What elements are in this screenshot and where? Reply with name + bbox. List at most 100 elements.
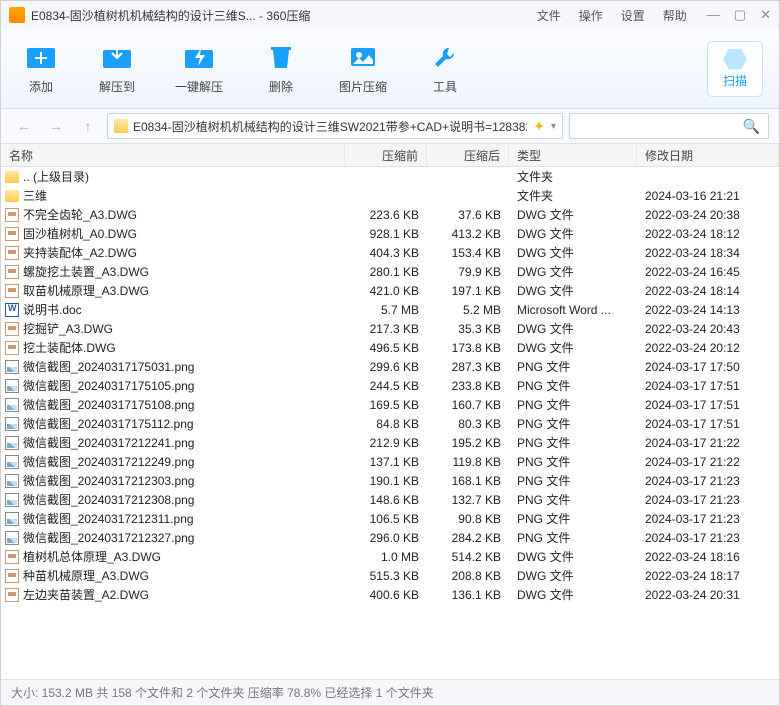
tools-icon [427,42,463,72]
dwg-icon [5,246,19,260]
dwg-icon [5,208,19,222]
up-button[interactable]: ↑ [75,113,101,139]
table-row[interactable]: 微信截图_20240317175031.png299.6 KB287.3 KBP… [1,357,779,376]
file-before: 400.6 KB [345,588,427,602]
table-row[interactable]: 植树机总体原理_A3.DWG1.0 MB514.2 KBDWG 文件2022-0… [1,547,779,566]
file-name: 微信截图_20240317212308.png [23,491,194,508]
file-date: 2022-03-24 18:17 [637,569,779,583]
dwg-icon [5,550,19,564]
file-after: 90.8 KB [427,512,509,526]
file-name: 微信截图_20240317175105.png [23,377,194,394]
table-row[interactable]: 微信截图_20240317212311.png106.5 KB90.8 KBPN… [1,509,779,528]
file-after: 153.4 KB [427,246,509,260]
file-date: 2024-03-17 21:22 [637,436,779,450]
file-type: DWG 文件 [509,320,637,337]
image-compress-button[interactable]: 图片压缩 [339,42,387,95]
file-name: 固沙植树机_A0.DWG [23,225,137,242]
dwg-icon [5,569,19,583]
close-icon[interactable]: ✕ [760,7,771,23]
vip-icon: ✦ [533,118,545,135]
file-after: 136.1 KB [427,588,509,602]
search-input[interactable]: 🔍 [569,113,769,139]
table-row[interactable]: 螺旋挖土装置_A3.DWG280.1 KB79.9 KBDWG 文件2022-0… [1,262,779,281]
table-row[interactable]: 微信截图_20240317175108.png169.5 KB160.7 KBP… [1,395,779,414]
file-before: 169.5 KB [345,398,427,412]
file-date: 2022-03-24 20:38 [637,208,779,222]
table-row[interactable]: 微信截图_20240317212249.png137.1 KB119.8 KBP… [1,452,779,471]
file-type: PNG 文件 [509,377,637,394]
file-name: .. (上级目录) [23,168,89,185]
file-before: 212.9 KB [345,436,427,450]
file-after: 284.2 KB [427,531,509,545]
menu-operate[interactable]: 操作 [579,7,603,24]
file-date: 2022-03-24 18:16 [637,550,779,564]
folder-icon [114,119,128,133]
png-icon [5,531,19,545]
minimize-icon[interactable]: — [707,7,720,23]
table-row[interactable]: 微信截图_20240317175105.png244.5 KB233.8 KBP… [1,376,779,395]
file-name: 挖土装配体.DWG [23,339,116,356]
extract-button[interactable]: 解压到 [99,42,135,95]
table-row[interactable]: 微信截图_20240317212303.png190.1 KB168.1 KBP… [1,471,779,490]
folder-icon [5,190,19,202]
oneclick-extract-button[interactable]: 一键解压 [175,42,223,95]
menu-file[interactable]: 文件 [537,7,561,24]
table-row[interactable]: 种苗机械原理_A3.DWG515.3 KB208.8 KBDWG 文件2022-… [1,566,779,585]
forward-button[interactable]: → [43,113,69,139]
file-before: 1.0 MB [345,550,427,564]
file-after: 79.9 KB [427,265,509,279]
file-type: PNG 文件 [509,396,637,413]
table-row[interactable]: 微信截图_20240317212308.png148.6 KB132.7 KBP… [1,490,779,509]
chevron-down-icon[interactable]: ▾ [551,121,556,132]
search-icon[interactable]: 🔍 [743,118,760,135]
file-type: DWG 文件 [509,263,637,280]
file-type: Microsoft Word ... [509,303,637,317]
menu-help[interactable]: 帮助 [663,7,687,24]
table-row[interactable]: 固沙植树机_A0.DWG928.1 KB413.2 KBDWG 文件2022-0… [1,224,779,243]
file-date: 2024-03-17 21:23 [637,512,779,526]
scan-button[interactable]: 扫描 [707,41,763,97]
file-name: 微信截图_20240317212249.png [23,453,194,470]
file-type: PNG 文件 [509,491,637,508]
table-row[interactable]: 三维文件夹2024-03-16 21:21 [1,186,779,205]
file-after: 119.8 KB [427,455,509,469]
col-after[interactable]: 压缩后 [427,144,509,166]
tools-button[interactable]: 工具 [427,42,463,95]
col-type[interactable]: 类型 [509,144,637,166]
file-type: DWG 文件 [509,548,637,565]
folder-icon [5,171,19,183]
table-row[interactable]: 挖掘铲_A3.DWG217.3 KB35.3 KBDWG 文件2022-03-2… [1,319,779,338]
table-row[interactable]: 微信截图_20240317212327.png296.0 KB284.2 KBP… [1,528,779,547]
titlebar: E0834-固沙植树机机械结构的设计三维S... - 360压缩 文件 操作 设… [1,1,779,29]
table-row[interactable]: 取苗机械原理_A3.DWG421.0 KB197.1 KBDWG 文件2022-… [1,281,779,300]
png-icon [5,493,19,507]
table-row[interactable]: 微信截图_20240317175112.png84.8 KB80.3 KBPNG… [1,414,779,433]
delete-button[interactable]: 删除 [263,42,299,95]
file-date: 2022-03-24 20:12 [637,341,779,355]
status-text: 大小: 153.2 MB 共 158 个文件和 2 个文件夹 压缩率 78.8%… [11,684,434,701]
col-before[interactable]: 压缩前 [345,144,427,166]
col-date[interactable]: 修改日期 [637,144,779,166]
table-row[interactable]: 夹持装配体_A2.DWG404.3 KB153.4 KBDWG 文件2022-0… [1,243,779,262]
back-button[interactable]: ← [11,113,37,139]
address-bar[interactable]: E0834-固沙植树机机械结构的设计三维SW2021带参+CAD+说明书=128… [107,113,563,139]
table-row[interactable]: .. (上级目录)文件夹 [1,167,779,186]
png-icon [5,379,19,393]
col-name[interactable]: 名称 [1,144,345,166]
add-button[interactable]: 添加 [23,42,59,95]
table-row[interactable]: 左边夹苗装置_A2.DWG400.6 KB136.1 KBDWG 文件2022-… [1,585,779,604]
file-before: 280.1 KB [345,265,427,279]
menu-settings[interactable]: 设置 [621,7,645,24]
file-date: 2022-03-24 20:43 [637,322,779,336]
file-before: 515.3 KB [345,569,427,583]
table-row[interactable]: 微信截图_20240317212241.png212.9 KB195.2 KBP… [1,433,779,452]
table-row[interactable]: 不完全齿轮_A3.DWG223.6 KB37.6 KBDWG 文件2022-03… [1,205,779,224]
png-icon [5,512,19,526]
dwg-icon [5,227,19,241]
file-name: 左边夹苗装置_A2.DWG [23,586,149,603]
table-row[interactable]: 挖土装配体.DWG496.5 KB173.8 KBDWG 文件2022-03-2… [1,338,779,357]
table-row[interactable]: 说明书.doc5.7 MB5.2 MBMicrosoft Word ...202… [1,300,779,319]
png-icon [5,417,19,431]
file-date: 2022-03-24 18:34 [637,246,779,260]
maximize-icon[interactable]: ▢ [734,7,746,23]
